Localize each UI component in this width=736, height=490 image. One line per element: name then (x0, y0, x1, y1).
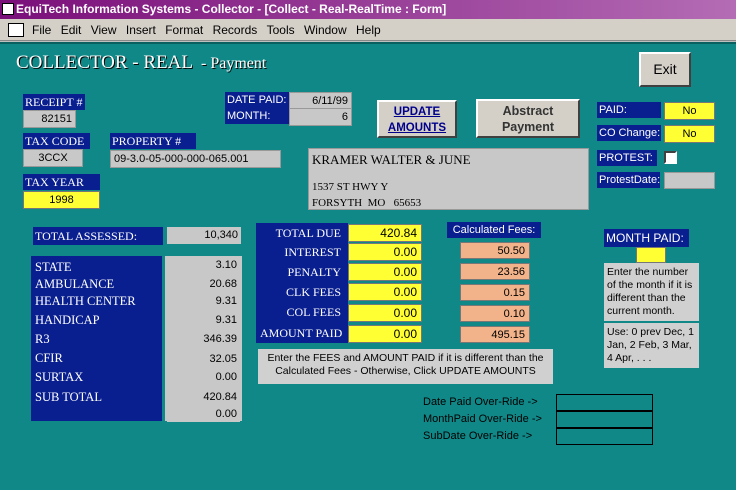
levy-label: STATE (33, 259, 159, 275)
window-title: EquiTech Information Systems - Collector… (16, 2, 447, 16)
receipt-field[interactable]: 82151 (23, 110, 76, 128)
levy-value[interactable]: 0.00 (167, 369, 240, 385)
month-codes-note: Use: 0 prev Dec, 1 Jan, 2 Feb, 3 Mar, 4 … (604, 323, 699, 368)
penalty-field[interactable]: 0.00 (348, 263, 422, 281)
menu-help[interactable]: Help (356, 19, 381, 41)
property-field[interactable]: 09-3.0-05-000-000-065.001 (110, 150, 281, 168)
levy-value[interactable]: 3.10 (167, 257, 240, 273)
levy-label: CFIR (33, 350, 159, 366)
calculated-fees-label: Calculated Fees: (447, 222, 541, 238)
update-amounts-button[interactable]: UPDATE AMOUNTS (377, 100, 457, 138)
clk-fees-label: CLK FEES (258, 284, 345, 300)
total-assessed-field[interactable]: 10,340 (167, 227, 241, 244)
tax-year-field[interactable]: 1998 (23, 191, 100, 209)
menu-insert[interactable]: Insert (126, 19, 156, 41)
month-paid-override-label: MonthPaid Over-Ride -> (423, 413, 542, 425)
protest-date-label: ProtestDate: (597, 172, 661, 188)
instructions-text: Enter the FEES and AMOUNT PAID if it is … (258, 349, 553, 384)
calc-interest: 50.50 (460, 242, 530, 259)
co-change-field[interactable]: No (664, 125, 715, 143)
levy-extra-value[interactable]: 0.00 (167, 406, 240, 422)
form-system-icon[interactable] (8, 23, 24, 37)
protest-checkbox[interactable] (664, 151, 677, 164)
col-fees-label: COL FEES (258, 304, 345, 320)
col-fees-field[interactable]: 0.00 (348, 304, 422, 322)
levy-value[interactable]: 9.31 (167, 293, 240, 309)
menu-format[interactable]: Format (165, 19, 203, 41)
interest-field[interactable]: 0.00 (348, 243, 422, 261)
total-due-field[interactable]: 420.84 (348, 224, 422, 242)
tax-code-field[interactable]: 3CCX (23, 149, 83, 167)
levy-value[interactable]: 346.39 (167, 331, 240, 347)
receipt-label: RECEIPT # (23, 94, 85, 110)
form-heading: COLLECTOR - REAL - Payment (16, 52, 266, 74)
subdate-override-label: SubDate Over-Ride -> (423, 430, 533, 442)
date-paid-override-label: Date Paid Over-Ride -> (423, 396, 538, 408)
menu-file[interactable]: File (32, 19, 51, 41)
payment-form: COLLECTOR - REAL - Payment Exit RECEIPT … (0, 42, 736, 490)
owner-city: FORSYTH (312, 197, 363, 209)
penalty-label: PENALTY (258, 264, 345, 280)
property-label: PROPERTY # (110, 133, 196, 149)
protest-label: PROTEST: (597, 150, 657, 166)
month-paid-note: Enter the number of the month if it is d… (604, 263, 699, 321)
month-label: MONTH: (225, 108, 289, 124)
levy-label: R3 (33, 331, 159, 347)
total-assessed-label: TOTAL ASSESSED: (33, 227, 163, 245)
owner-zip: 65653 (393, 197, 422, 209)
co-change-label: CO Change: (597, 125, 661, 141)
page-subtitle: - Payment (201, 55, 267, 72)
abstract-payment-button[interactable]: Abstract Payment (476, 99, 580, 138)
clk-fees-field[interactable]: 0.00 (348, 283, 422, 301)
subdate-override-field[interactable] (556, 428, 653, 445)
levy-value[interactable]: 20.68 (167, 276, 240, 292)
page-title: COLLECTOR - REAL (16, 52, 193, 73)
tax-year-label: TAX YEAR (23, 174, 100, 190)
menu-records[interactable]: Records (213, 19, 258, 41)
levy-label: HEALTH CENTER (33, 293, 159, 309)
owner-address: 1537 ST HWY Y (312, 181, 389, 193)
date-paid-label: DATE PAID: (225, 92, 289, 108)
owner-state: MO (367, 197, 386, 209)
amount-paid-field[interactable]: 0.00 (348, 325, 422, 343)
owner-name: KRAMER WALTER & JUNE (312, 152, 471, 167)
tax-code-label: TAX CODE (23, 133, 90, 149)
levy-label: HANDICAP (33, 312, 159, 328)
owner-box: KRAMER WALTER & JUNE 1537 ST HWY Y FORSY… (308, 148, 589, 210)
owner-city-line: FORSYTH MO 65653 (312, 197, 421, 209)
month-paid-field[interactable] (636, 247, 666, 263)
total-due-label: TOTAL DUE (258, 225, 345, 241)
levy-value[interactable]: 32.05 (167, 351, 240, 367)
exit-button[interactable]: Exit (639, 52, 691, 87)
date-paid-override-field[interactable] (556, 394, 653, 411)
calc-col-fees: 0.10 (460, 305, 530, 322)
levy-label: SURTAX (33, 369, 159, 385)
interest-label: INTEREST (258, 244, 345, 260)
menu-view[interactable]: View (91, 19, 117, 41)
subtotal-label: SUB TOTAL (33, 389, 159, 405)
menu-tools[interactable]: Tools (267, 19, 295, 41)
menu-edit[interactable]: Edit (61, 19, 82, 41)
month-field[interactable]: 6 (289, 108, 352, 126)
subtotal-value[interactable]: 420.84 (167, 389, 240, 405)
calc-penalty: 23.56 (460, 263, 530, 280)
menu-bar: File Edit View Insert Format Records Too… (0, 19, 736, 41)
levy-value[interactable]: 9.31 (167, 312, 240, 328)
calc-amount-paid: 495.15 (460, 326, 530, 343)
amount-paid-label: AMOUNT PAID (258, 325, 345, 341)
calc-clk-fees: 0.15 (460, 284, 530, 301)
month-paid-override-field[interactable] (556, 411, 653, 428)
paid-label: PAID: (597, 102, 661, 118)
paid-field[interactable]: No (664, 102, 715, 120)
menu-window[interactable]: Window (304, 19, 347, 41)
protest-date-field[interactable] (664, 172, 715, 189)
window-titlebar: EquiTech Information Systems - Collector… (0, 0, 736, 19)
app-icon (2, 3, 14, 15)
levy-label: AMBULANCE (33, 276, 159, 292)
month-paid-label: MONTH PAID: (604, 229, 689, 247)
